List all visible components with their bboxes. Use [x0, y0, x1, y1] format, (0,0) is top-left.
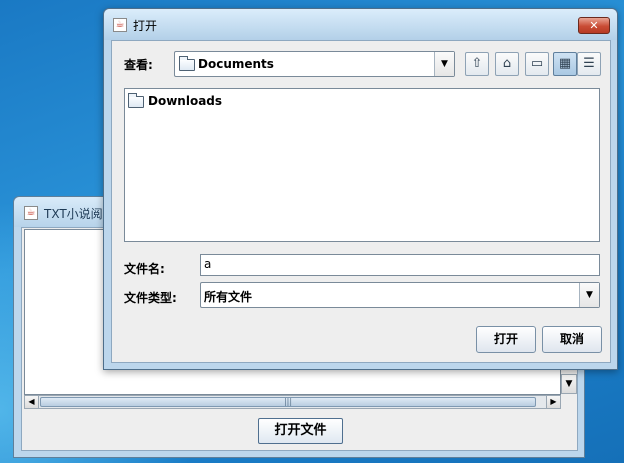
- list-item-label: Downloads: [148, 94, 223, 108]
- chevron-down-icon[interactable]: ▼: [579, 283, 599, 307]
- filetype-select[interactable]: 所有文件 ▼: [200, 282, 600, 308]
- look-in-value: Documents: [198, 57, 274, 71]
- java-app-icon: ☕: [24, 206, 38, 220]
- new-folder-icon: ▭: [530, 56, 544, 71]
- home-icon: ⌂: [502, 56, 512, 71]
- home-button[interactable]: ⌂: [495, 52, 519, 76]
- folder-icon: [179, 56, 195, 71]
- dialog-titlebar[interactable]: ☕ 打开 ✕: [104, 9, 617, 40]
- list-view-button[interactable]: ▦: [553, 52, 577, 76]
- filename-input[interactable]: a: [200, 254, 600, 276]
- list-item[interactable]: Downloads: [127, 93, 247, 109]
- open-dialog: ☕ 打开 ✕ 查看: Documents ▼ ⇧ ⌂ ▭ ▦ ☰ Downloa…: [103, 8, 618, 370]
- java-app-icon: ☕: [113, 18, 127, 32]
- open-file-button[interactable]: 打开文件: [258, 418, 343, 444]
- dialog-title: 打开: [133, 19, 158, 33]
- chevron-down-icon[interactable]: ▼: [434, 52, 454, 76]
- open-button[interactable]: 打开: [476, 326, 536, 353]
- horizontal-scrollbar[interactable]: ◀ ||| ▶: [24, 395, 561, 409]
- filetype-label: 文件类型:: [124, 291, 177, 305]
- scroll-left-icon[interactable]: ◀: [25, 396, 39, 408]
- new-folder-button[interactable]: ▭: [525, 52, 549, 76]
- filename-label: 文件名:: [124, 262, 165, 276]
- folder-icon: [128, 93, 144, 108]
- filetype-value: 所有文件: [204, 290, 253, 304]
- up-one-level-button[interactable]: ⇧: [465, 52, 489, 76]
- close-icon: ✕: [589, 19, 599, 32]
- scroll-down-icon[interactable]: ▼: [561, 374, 577, 394]
- file-list[interactable]: Downloads: [124, 88, 600, 242]
- cancel-button[interactable]: 取消: [542, 326, 602, 353]
- scroll-right-icon[interactable]: ▶: [546, 396, 560, 408]
- list-view-icon: ▦: [558, 56, 572, 71]
- close-button[interactable]: ✕: [578, 17, 610, 34]
- look-in-label: 查看:: [124, 58, 153, 72]
- details-view-icon: ☰: [583, 56, 595, 71]
- look-in-select[interactable]: Documents ▼: [174, 51, 455, 77]
- details-view-button[interactable]: ☰: [577, 52, 601, 76]
- dialog-client-area: 查看: Documents ▼ ⇧ ⌂ ▭ ▦ ☰ Downloads 文件名:: [111, 40, 611, 363]
- up-one-level-icon: ⇧: [471, 56, 483, 71]
- scrollbar-thumb[interactable]: |||: [40, 397, 536, 407]
